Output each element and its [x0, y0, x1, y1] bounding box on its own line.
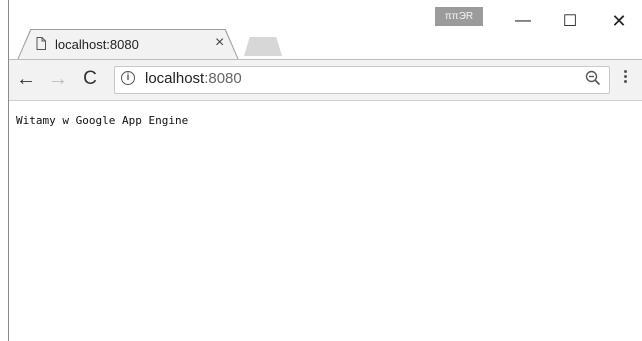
- page-body-text: Witamy w Google App Engine: [16, 114, 189, 127]
- close-icon: ✕: [611, 10, 627, 31]
- menu-icon-dot: [623, 80, 627, 83]
- arrow-left-icon: ←: [16, 67, 36, 90]
- tab-title: localhost:8080: [55, 37, 139, 52]
- reload-icon: C: [83, 68, 97, 89]
- extension-badge[interactable]: ππЭR: [435, 7, 483, 26]
- zoom-out-icon[interactable]: [585, 70, 601, 86]
- menu-button[interactable]: [620, 68, 630, 90]
- forward-button[interactable]: →: [46, 67, 70, 91]
- maximize-button[interactable]: ☐: [555, 10, 585, 32]
- menu-icon: [623, 70, 627, 73]
- reload-button[interactable]: C: [78, 67, 102, 91]
- new-tab-button[interactable]: [244, 37, 282, 56]
- page-icon: [36, 37, 46, 50]
- url-host: localhost: [145, 70, 205, 87]
- menu-icon-dot: [623, 75, 627, 78]
- arrow-right-icon: →: [48, 67, 68, 90]
- back-button[interactable]: ←: [14, 67, 38, 91]
- page-content: [9, 101, 642, 341]
- url-port: :8080: [204, 70, 242, 87]
- minimize-icon: —: [515, 12, 531, 29]
- info-icon[interactable]: i: [121, 71, 135, 85]
- maximize-icon: ☐: [562, 13, 578, 30]
- close-window-button[interactable]: ✕: [604, 10, 634, 32]
- minimize-button[interactable]: —: [508, 10, 538, 32]
- url-text[interactable]: localhost:8080: [145, 70, 242, 87]
- tab-close-icon[interactable]: ×: [215, 35, 224, 51]
